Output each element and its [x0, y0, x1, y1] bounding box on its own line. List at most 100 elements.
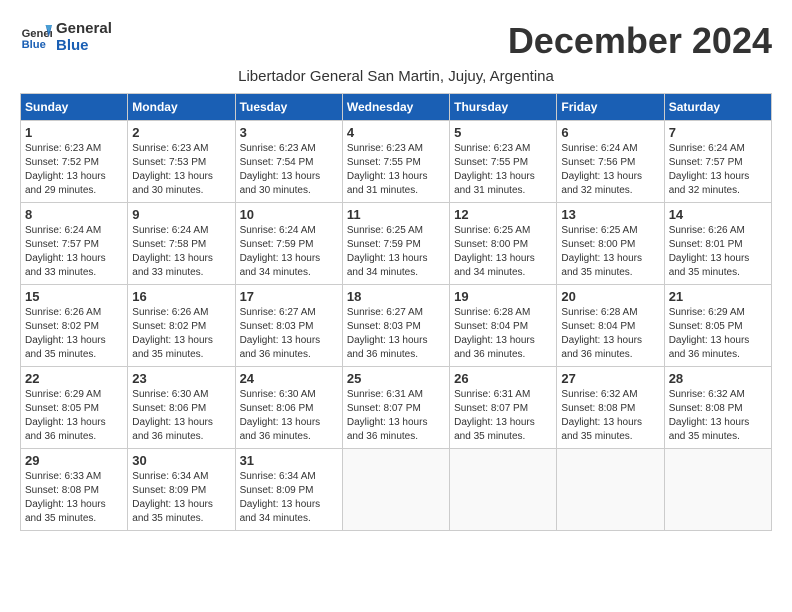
calendar-cell: 23 Sunrise: 6:30 AM Sunset: 8:06 PM Dayl…: [128, 367, 235, 449]
calendar-cell: 13 Sunrise: 6:25 AM Sunset: 8:00 PM Dayl…: [557, 203, 664, 285]
calendar-cell: 20 Sunrise: 6:28 AM Sunset: 8:04 PM Dayl…: [557, 285, 664, 367]
calendar-cell: 7 Sunrise: 6:24 AM Sunset: 7:57 PM Dayli…: [664, 121, 771, 203]
calendar-week-5: 29 Sunrise: 6:33 AM Sunset: 8:08 PM Dayl…: [21, 449, 772, 531]
day-number: 20: [561, 289, 659, 304]
col-sunday: Sunday: [21, 94, 128, 121]
day-number: 4: [347, 125, 445, 140]
page-container: General Blue General Blue December 2024 …: [20, 20, 772, 531]
day-number: 8: [25, 207, 123, 222]
day-info: Sunrise: 6:34 AM Sunset: 8:09 PM Dayligh…: [240, 470, 338, 526]
logo-line2: Blue: [56, 37, 112, 54]
svg-text:Blue: Blue: [22, 39, 46, 51]
calendar-cell: 17 Sunrise: 6:27 AM Sunset: 8:03 PM Dayl…: [235, 285, 342, 367]
day-info: Sunrise: 6:32 AM Sunset: 8:08 PM Dayligh…: [669, 388, 767, 444]
calendar-cell: 28 Sunrise: 6:32 AM Sunset: 8:08 PM Dayl…: [664, 367, 771, 449]
day-info: Sunrise: 6:23 AM Sunset: 7:55 PM Dayligh…: [347, 142, 445, 198]
day-info: Sunrise: 6:26 AM Sunset: 8:02 PM Dayligh…: [25, 306, 123, 362]
day-info: Sunrise: 6:25 AM Sunset: 8:00 PM Dayligh…: [454, 224, 552, 280]
day-info: Sunrise: 6:25 AM Sunset: 8:00 PM Dayligh…: [561, 224, 659, 280]
day-number: 11: [347, 207, 445, 222]
calendar-cell: 12 Sunrise: 6:25 AM Sunset: 8:00 PM Dayl…: [450, 203, 557, 285]
calendar-cell: 2 Sunrise: 6:23 AM Sunset: 7:53 PM Dayli…: [128, 121, 235, 203]
day-info: Sunrise: 6:30 AM Sunset: 8:06 PM Dayligh…: [132, 388, 230, 444]
day-info: Sunrise: 6:24 AM Sunset: 7:59 PM Dayligh…: [240, 224, 338, 280]
day-number: 30: [132, 453, 230, 468]
day-number: 17: [240, 289, 338, 304]
day-number: 16: [132, 289, 230, 304]
day-info: Sunrise: 6:31 AM Sunset: 8:07 PM Dayligh…: [347, 388, 445, 444]
day-info: Sunrise: 6:26 AM Sunset: 8:01 PM Dayligh…: [669, 224, 767, 280]
day-info: Sunrise: 6:34 AM Sunset: 8:09 PM Dayligh…: [132, 470, 230, 526]
day-number: 3: [240, 125, 338, 140]
title-section: December 2024: [508, 20, 772, 62]
day-info: Sunrise: 6:28 AM Sunset: 8:04 PM Dayligh…: [561, 306, 659, 362]
calendar-cell: 21 Sunrise: 6:29 AM Sunset: 8:05 PM Dayl…: [664, 285, 771, 367]
day-number: 9: [132, 207, 230, 222]
day-number: 25: [347, 371, 445, 386]
main-title: December 2024: [508, 20, 772, 62]
day-info: Sunrise: 6:26 AM Sunset: 8:02 PM Dayligh…: [132, 306, 230, 362]
day-info: Sunrise: 6:23 AM Sunset: 7:55 PM Dayligh…: [454, 142, 552, 198]
col-saturday: Saturday: [664, 94, 771, 121]
day-number: 23: [132, 371, 230, 386]
col-thursday: Thursday: [450, 94, 557, 121]
logo-icon: General Blue: [20, 21, 52, 53]
day-number: 10: [240, 207, 338, 222]
day-number: 22: [25, 371, 123, 386]
day-info: Sunrise: 6:28 AM Sunset: 8:04 PM Dayligh…: [454, 306, 552, 362]
calendar-cell: 6 Sunrise: 6:24 AM Sunset: 7:56 PM Dayli…: [557, 121, 664, 203]
calendar-cell: 27 Sunrise: 6:32 AM Sunset: 8:08 PM Dayl…: [557, 367, 664, 449]
day-number: 26: [454, 371, 552, 386]
day-number: 15: [25, 289, 123, 304]
day-number: 5: [454, 125, 552, 140]
day-number: 31: [240, 453, 338, 468]
calendar-week-1: 1 Sunrise: 6:23 AM Sunset: 7:52 PM Dayli…: [21, 121, 772, 203]
calendar-cell: 10 Sunrise: 6:24 AM Sunset: 7:59 PM Dayl…: [235, 203, 342, 285]
day-info: Sunrise: 6:24 AM Sunset: 7:57 PM Dayligh…: [25, 224, 123, 280]
day-info: Sunrise: 6:24 AM Sunset: 7:56 PM Dayligh…: [561, 142, 659, 198]
day-info: Sunrise: 6:32 AM Sunset: 8:08 PM Dayligh…: [561, 388, 659, 444]
calendar-cell: 5 Sunrise: 6:23 AM Sunset: 7:55 PM Dayli…: [450, 121, 557, 203]
calendar-cell: [557, 449, 664, 531]
day-number: 28: [669, 371, 767, 386]
calendar-cell: 16 Sunrise: 6:26 AM Sunset: 8:02 PM Dayl…: [128, 285, 235, 367]
day-number: 29: [25, 453, 123, 468]
day-info: Sunrise: 6:29 AM Sunset: 8:05 PM Dayligh…: [25, 388, 123, 444]
calendar-cell: 4 Sunrise: 6:23 AM Sunset: 7:55 PM Dayli…: [342, 121, 449, 203]
day-number: 2: [132, 125, 230, 140]
day-number: 18: [347, 289, 445, 304]
day-info: Sunrise: 6:33 AM Sunset: 8:08 PM Dayligh…: [25, 470, 123, 526]
logo: General Blue General Blue: [20, 20, 112, 54]
calendar-cell: 18 Sunrise: 6:27 AM Sunset: 8:03 PM Dayl…: [342, 285, 449, 367]
calendar-cell: 24 Sunrise: 6:30 AM Sunset: 8:06 PM Dayl…: [235, 367, 342, 449]
calendar-cell: 29 Sunrise: 6:33 AM Sunset: 8:08 PM Dayl…: [21, 449, 128, 531]
calendar-cell: 1 Sunrise: 6:23 AM Sunset: 7:52 PM Dayli…: [21, 121, 128, 203]
calendar-cell: 8 Sunrise: 6:24 AM Sunset: 7:57 PM Dayli…: [21, 203, 128, 285]
day-info: Sunrise: 6:30 AM Sunset: 8:06 PM Dayligh…: [240, 388, 338, 444]
logo-line1: General: [56, 20, 112, 37]
day-number: 24: [240, 371, 338, 386]
calendar-cell: 19 Sunrise: 6:28 AM Sunset: 8:04 PM Dayl…: [450, 285, 557, 367]
calendar-cell: [450, 449, 557, 531]
calendar-cell: 26 Sunrise: 6:31 AM Sunset: 8:07 PM Dayl…: [450, 367, 557, 449]
calendar-week-3: 15 Sunrise: 6:26 AM Sunset: 8:02 PM Dayl…: [21, 285, 772, 367]
calendar-cell: 9 Sunrise: 6:24 AM Sunset: 7:58 PM Dayli…: [128, 203, 235, 285]
day-number: 19: [454, 289, 552, 304]
day-number: 13: [561, 207, 659, 222]
calendar-cell: 22 Sunrise: 6:29 AM Sunset: 8:05 PM Dayl…: [21, 367, 128, 449]
col-friday: Friday: [557, 94, 664, 121]
day-info: Sunrise: 6:23 AM Sunset: 7:52 PM Dayligh…: [25, 142, 123, 198]
col-wednesday: Wednesday: [342, 94, 449, 121]
day-number: 27: [561, 371, 659, 386]
calendar-cell: 30 Sunrise: 6:34 AM Sunset: 8:09 PM Dayl…: [128, 449, 235, 531]
calendar-week-2: 8 Sunrise: 6:24 AM Sunset: 7:57 PM Dayli…: [21, 203, 772, 285]
day-number: 6: [561, 125, 659, 140]
col-tuesday: Tuesday: [235, 94, 342, 121]
day-info: Sunrise: 6:23 AM Sunset: 7:53 PM Dayligh…: [132, 142, 230, 198]
day-number: 7: [669, 125, 767, 140]
calendar-cell: 3 Sunrise: 6:23 AM Sunset: 7:54 PM Dayli…: [235, 121, 342, 203]
calendar-cell: 11 Sunrise: 6:25 AM Sunset: 7:59 PM Dayl…: [342, 203, 449, 285]
calendar-cell: 15 Sunrise: 6:26 AM Sunset: 8:02 PM Dayl…: [21, 285, 128, 367]
calendar-cell: [664, 449, 771, 531]
calendar-table: Sunday Monday Tuesday Wednesday Thursday…: [20, 93, 772, 531]
